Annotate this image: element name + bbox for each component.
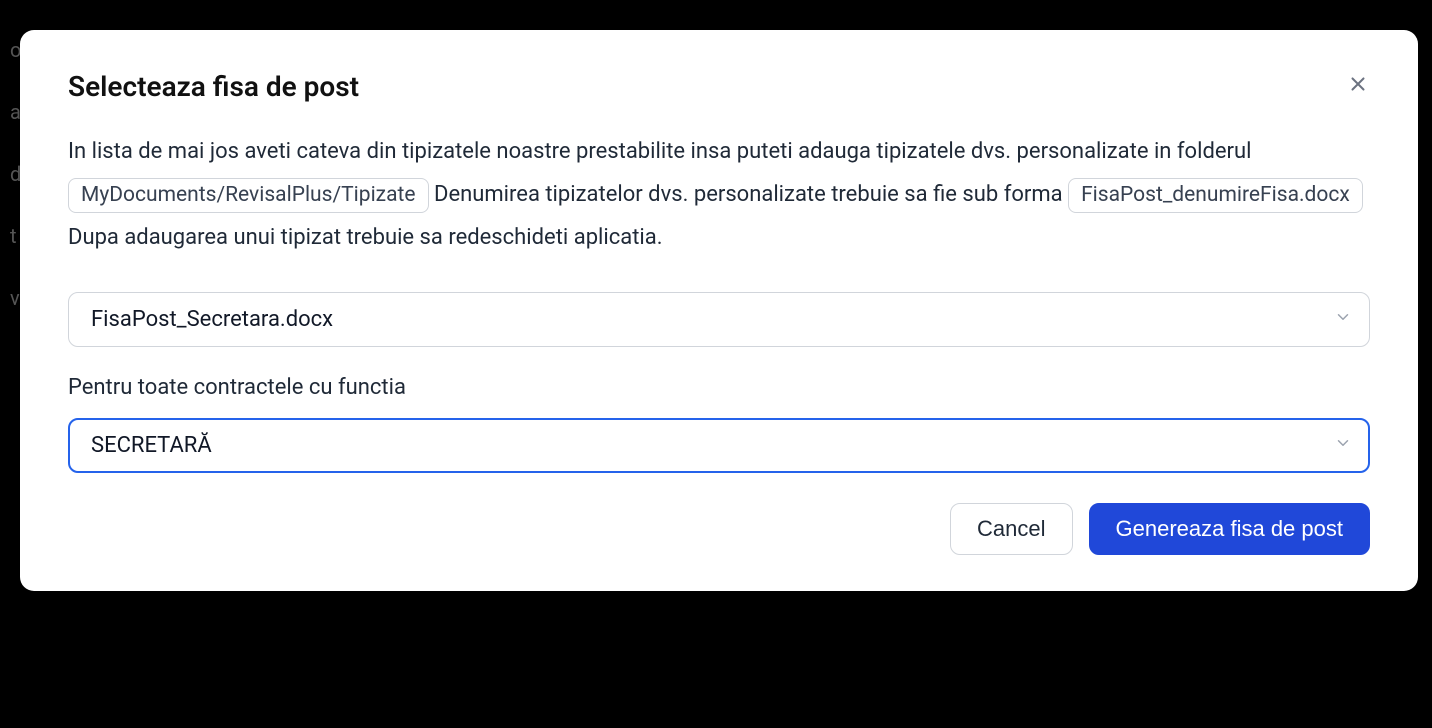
folder-path-chip: MyDocuments/RevisalPlus/Tipizate (68, 178, 429, 213)
function-label: Pentru toate contractele cu functia (68, 375, 1370, 400)
filename-format-chip: FisaPost_denumireFisa.docx (1068, 178, 1363, 213)
close-icon (1347, 73, 1369, 95)
template-select-wrapper: FisaPost_Secretara.docx (68, 292, 1370, 347)
function-select-wrapper: SECRETARĂ (68, 418, 1370, 473)
generate-button[interactable]: Genereaza fisa de post (1089, 503, 1370, 555)
modal-title: Selecteaza fisa de post (68, 70, 359, 103)
modal-dialog: Selecteaza fisa de post In lista de mai … (20, 30, 1418, 591)
description-text: In lista de mai jos aveti cateva din tip… (68, 139, 1251, 164)
description-text: Denumirea tipizatelor dvs. personalizate… (434, 182, 1068, 207)
modal-footer: Cancel Genereaza fisa de post (68, 503, 1370, 555)
close-button[interactable] (1346, 72, 1370, 96)
template-select-value: FisaPost_Secretara.docx (91, 307, 333, 332)
function-select[interactable]: SECRETARĂ (68, 418, 1370, 473)
description-text: Dupa adaugarea unui tipizat trebuie sa r… (68, 225, 663, 250)
function-select-value: SECRETARĂ (91, 433, 212, 458)
modal-description: In lista de mai jos aveti cateva din tip… (68, 131, 1370, 260)
cancel-button[interactable]: Cancel (950, 503, 1072, 555)
template-select[interactable]: FisaPost_Secretara.docx (68, 292, 1370, 347)
modal-header: Selecteaza fisa de post (68, 70, 1370, 103)
